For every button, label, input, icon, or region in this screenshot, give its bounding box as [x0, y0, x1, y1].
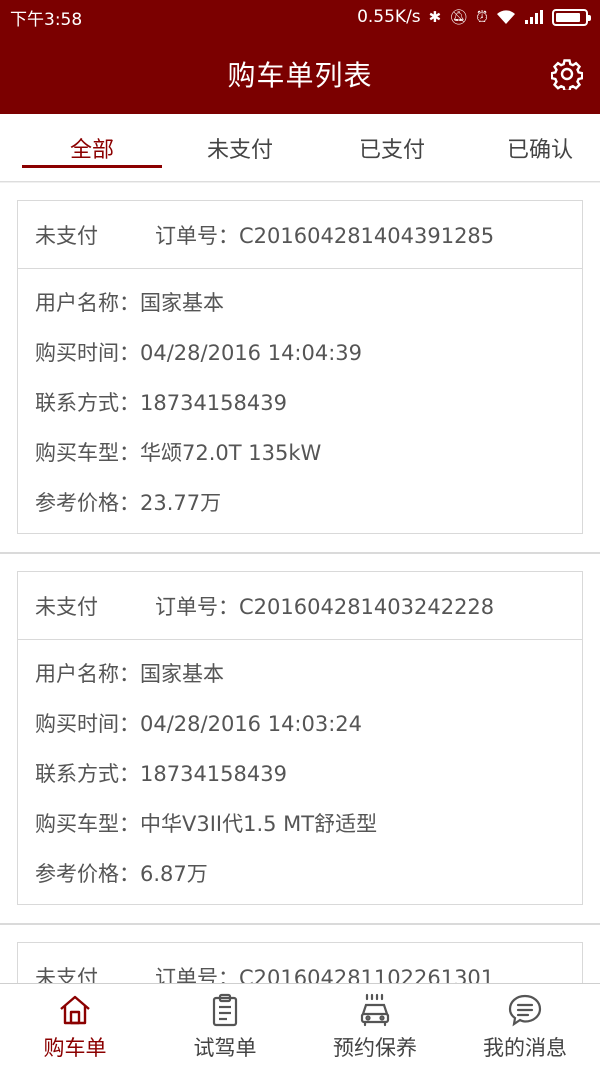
nav-purchase-orders[interactable]: 购车单 — [0, 984, 150, 1067]
tab-unpaid[interactable]: 未支付 — [170, 114, 310, 182]
order-model: 购买车型：中华V3II代1.5 MT舒适型 — [35, 812, 378, 836]
order-time: 购买时间：04/28/2016 14:03:24 — [35, 712, 363, 736]
status-icons: 0.55K/s ✱ 🔕︎ ⏰︎ — [357, 7, 591, 27]
tab-paid[interactable]: 已支付 — [322, 114, 462, 182]
bottom-nav: 购车单 试驾单 预约保养 我的消息 — [0, 983, 600, 1067]
list-item[interactable]: 未支付 订单号：C201604281404391285 用户名称：国家基本 购买… — [0, 183, 600, 553]
mute-icon: 🔕︎ — [449, 7, 469, 26]
filter-tabs: 全部 未支付 已支付 已确认 — [0, 114, 600, 182]
order-card-body: 用户名称：国家基本 购买时间：04/28/2016 14:04:39 联系方式：… — [18, 269, 582, 533]
network-speed: 0.55K/s — [357, 7, 421, 27]
message-icon — [508, 994, 542, 1027]
bluetooth-icon: ✱ — [428, 7, 442, 26]
tab-all[interactable]: 全部 — [22, 114, 162, 182]
order-card[interactable]: 未支付 订单号：C201604281403242228 用户名称：国家基本 购买… — [17, 571, 583, 905]
order-model: 购买车型：华颂72.0T 135kW — [35, 441, 322, 465]
status-time: 下午3:58 — [10, 9, 83, 30]
battery-icon — [552, 8, 591, 26]
order-card-header: 未支付 订单号：C201604281403242228 — [18, 572, 582, 640]
status-bar: 下午3:58 0.55K/s ✱ 🔕︎ ⏰︎ — [0, 0, 600, 34]
order-number: 订单号：C201604281404391285 — [155, 223, 495, 248]
order-status: 未支付 — [35, 594, 98, 619]
nav-label: 预约保养 — [333, 1036, 417, 1060]
clipboard-icon — [212, 993, 238, 1027]
order-card[interactable]: 未支付 订单号：C201604281102261301 — [17, 942, 583, 983]
order-user: 用户名称：国家基本 — [35, 291, 224, 315]
gear-icon — [551, 59, 583, 90]
order-phone: 联系方式：18734158439 — [35, 391, 287, 415]
page-title: 购车单列表 — [227, 59, 373, 92]
car-wash-icon — [360, 993, 390, 1027]
app-bar: 购车单列表 — [0, 34, 600, 114]
signal-icon — [525, 10, 543, 24]
order-number: 订单号：C201604281102261301 — [155, 965, 495, 984]
order-number: 订单号：C201604281403242228 — [155, 594, 495, 619]
order-phone: 联系方式：18734158439 — [35, 762, 287, 786]
settings-button[interactable] — [548, 55, 586, 93]
order-card-header: 未支付 订单号：C201604281404391285 — [18, 201, 582, 269]
order-card-header: 未支付 订单号：C201604281102261301 — [18, 943, 582, 984]
tab-confirmed[interactable]: 已确认 — [470, 114, 600, 182]
active-tab-indicator — [22, 165, 162, 168]
order-status: 未支付 — [35, 223, 98, 248]
wifi-icon — [497, 10, 515, 24]
nav-test-drive[interactable]: 试驾单 — [150, 984, 300, 1067]
nav-messages[interactable]: 我的消息 — [450, 984, 600, 1067]
order-user: 用户名称：国家基本 — [35, 662, 224, 686]
order-card-body: 用户名称：国家基本 购买时间：04/28/2016 14:03:24 联系方式：… — [18, 640, 582, 904]
order-card[interactable]: 未支付 订单号：C201604281404391285 用户名称：国家基本 购买… — [17, 200, 583, 534]
alarm-icon: ⏰︎ — [476, 7, 488, 26]
order-time: 购买时间：04/28/2016 14:04:39 — [35, 341, 363, 365]
battery-fill — [556, 12, 580, 22]
nav-label: 我的消息 — [483, 1036, 567, 1060]
nav-label: 试驾单 — [193, 1036, 257, 1060]
order-status: 未支付 — [35, 965, 98, 984]
order-price: 参考价格：6.87万 — [35, 862, 208, 886]
order-price: 参考价格：23.77万 — [35, 491, 222, 515]
home-icon — [60, 995, 90, 1025]
list-item[interactable]: 未支付 订单号：C201604281102261301 — [0, 924, 600, 983]
order-list[interactable]: 未支付 订单号：C201604281404391285 用户名称：国家基本 购买… — [0, 183, 600, 983]
nav-maintenance[interactable]: 预约保养 — [300, 984, 450, 1067]
nav-label: 购车单 — [43, 1036, 107, 1060]
list-item[interactable]: 未支付 订单号：C201604281403242228 用户名称：国家基本 购买… — [0, 553, 600, 924]
